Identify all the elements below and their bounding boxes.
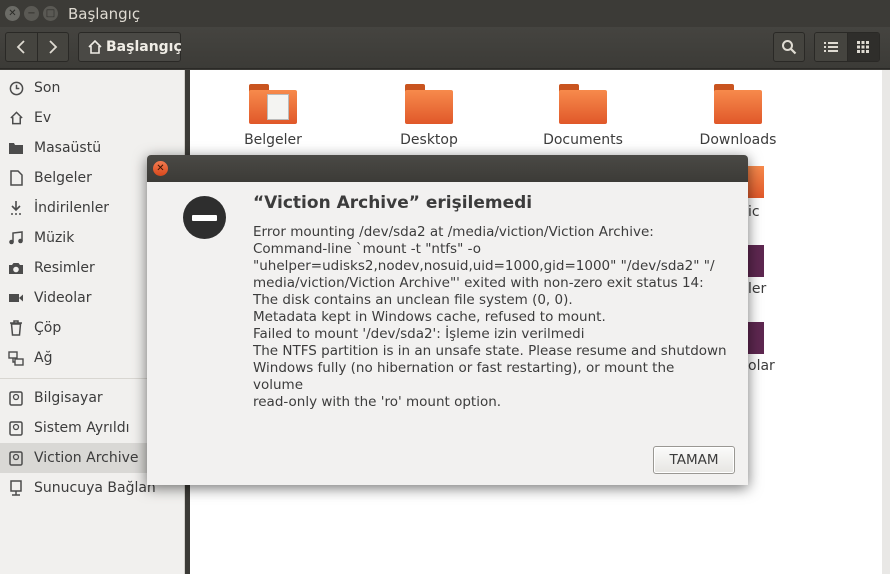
close-icon: ✕ (8, 7, 17, 19)
message-line: Metadata kept in Windows cache, refused … (253, 309, 606, 325)
chevron-left-icon (16, 40, 25, 54)
home-icon (87, 40, 103, 54)
folder-icon (559, 84, 607, 124)
search-button[interactable] (773, 32, 805, 62)
view-toggle (814, 32, 880, 62)
toolbar: Başlangıç (0, 27, 890, 69)
sidebar-item-label: Resimler (34, 260, 95, 276)
chevron-right-icon (49, 40, 58, 54)
message-line: Error mounting /dev/sda2 at /media/victi… (253, 224, 654, 240)
search-icon (782, 40, 797, 55)
home-icon (8, 110, 24, 126)
message-line: The disk contains an unclean file system… (253, 292, 573, 308)
sidebar-item-label: Müzik (34, 230, 75, 246)
window-minimize-button[interactable]: − (24, 6, 39, 21)
sidebar-item-label: Belgeler (34, 170, 92, 186)
folder-documents[interactable]: Documents (528, 84, 638, 148)
folder-icon (748, 166, 764, 198)
folder-label: Desktop (400, 132, 458, 148)
message-line: media/viction/Viction Archive"' exited w… (253, 275, 704, 291)
folder-belgeler[interactable]: Belgeler (218, 84, 328, 148)
video-icon (8, 290, 24, 306)
scrollbar[interactable] (882, 70, 890, 574)
music-icon (8, 230, 24, 246)
message-line: "uhelper=udisks2,nodev,nosuid,uid=1000,g… (253, 258, 715, 274)
window-maximize-button[interactable]: □ (43, 6, 58, 21)
error-icon (183, 196, 226, 239)
window-titlebar: ✕ − □ Başlangıç (0, 0, 890, 27)
sidebar-item-son[interactable]: Son (0, 73, 184, 103)
folder-icon (8, 140, 24, 156)
drive-icon (8, 420, 24, 436)
folder-label: Documents (543, 132, 623, 148)
folder-downloads[interactable]: Downloads (683, 84, 793, 148)
maximize-icon: □ (45, 7, 56, 19)
clock-icon (8, 80, 24, 96)
breadcrumb-label: Başlangıç (106, 39, 182, 55)
camera-icon (8, 260, 24, 276)
forward-button[interactable] (36, 33, 69, 61)
back-button[interactable] (6, 33, 37, 61)
document-folder-icon (249, 84, 297, 124)
folder-label: Downloads (699, 132, 777, 148)
sidebar-item-label: Sunucuya Bağlan (34, 480, 156, 496)
folder-label-partial: ler (748, 281, 767, 297)
sidebar-item-label: Ağ (34, 350, 53, 366)
sidebar-item-label: İndirilenler (34, 200, 110, 216)
dialog-close-button[interactable]: ✕ (153, 161, 168, 176)
sidebar-item-label: Sistem Ayrıldı (34, 420, 130, 436)
breadcrumb-home[interactable]: Başlangıç (78, 32, 182, 62)
folder-label-partial: olar (748, 358, 775, 374)
message-line: Windows fully (no hibernation or fast re… (253, 360, 675, 376)
sidebar-item-label: Ev (34, 110, 52, 126)
sidebar-item-ev[interactable]: Ev (0, 103, 184, 133)
list-view-icon (823, 42, 838, 52)
server-icon (8, 480, 24, 496)
drive-icon (8, 450, 24, 466)
window-close-button[interactable]: ✕ (5, 6, 20, 21)
error-dialog: ✕ “Viction Archive” erişilemedi Error mo… (147, 155, 748, 485)
ok-button[interactable]: TAMAM (653, 446, 735, 474)
dialog-message: Error mounting /dev/sda2 at /media/victi… (253, 224, 739, 411)
grid-view-icon (857, 41, 870, 53)
message-line: read-only with the 'ro' mount option. (253, 394, 502, 410)
dialog-titlebar: ✕ (147, 155, 748, 182)
folder-label: Belgeler (244, 132, 302, 148)
close-icon: ✕ (156, 162, 165, 174)
message-line: Failed to mount '/dev/sda2': İşleme izin… (253, 326, 585, 342)
list-view-button[interactable] (815, 33, 847, 61)
folder-icon (748, 245, 764, 277)
dialog-heading: “Viction Archive” erişilemedi (253, 193, 533, 213)
folder-icon (714, 84, 762, 124)
message-line: volume (253, 377, 304, 393)
document-icon (8, 170, 24, 186)
sidebar-item-label: Masaüstü (34, 140, 102, 156)
sidebar-item-label: Viction Archive (34, 450, 139, 466)
trash-icon (8, 320, 24, 336)
grid-view-button[interactable] (846, 33, 879, 61)
sidebar-item-label: Videolar (34, 290, 92, 306)
sidebar-item-label: Son (34, 80, 61, 96)
nav-buttons (5, 32, 69, 62)
minimize-icon: − (27, 7, 36, 19)
folder-icon (748, 322, 764, 354)
network-icon (8, 350, 24, 366)
folder-desktop[interactable]: Desktop (374, 84, 484, 148)
drive-icon (8, 390, 24, 406)
download-icon (8, 200, 24, 216)
folder-label-partial: ic (748, 204, 760, 220)
message-line: The NTFS partition is in an unsafe state… (253, 343, 727, 359)
sidebar-item-label: Çöp (34, 320, 62, 336)
sidebar-item-label: Bilgisayar (34, 390, 103, 406)
message-line: Command-line `mount -t "ntfs" -o (253, 241, 481, 257)
window-title: Başlangıç (68, 4, 141, 23)
folder-icon (405, 84, 453, 124)
